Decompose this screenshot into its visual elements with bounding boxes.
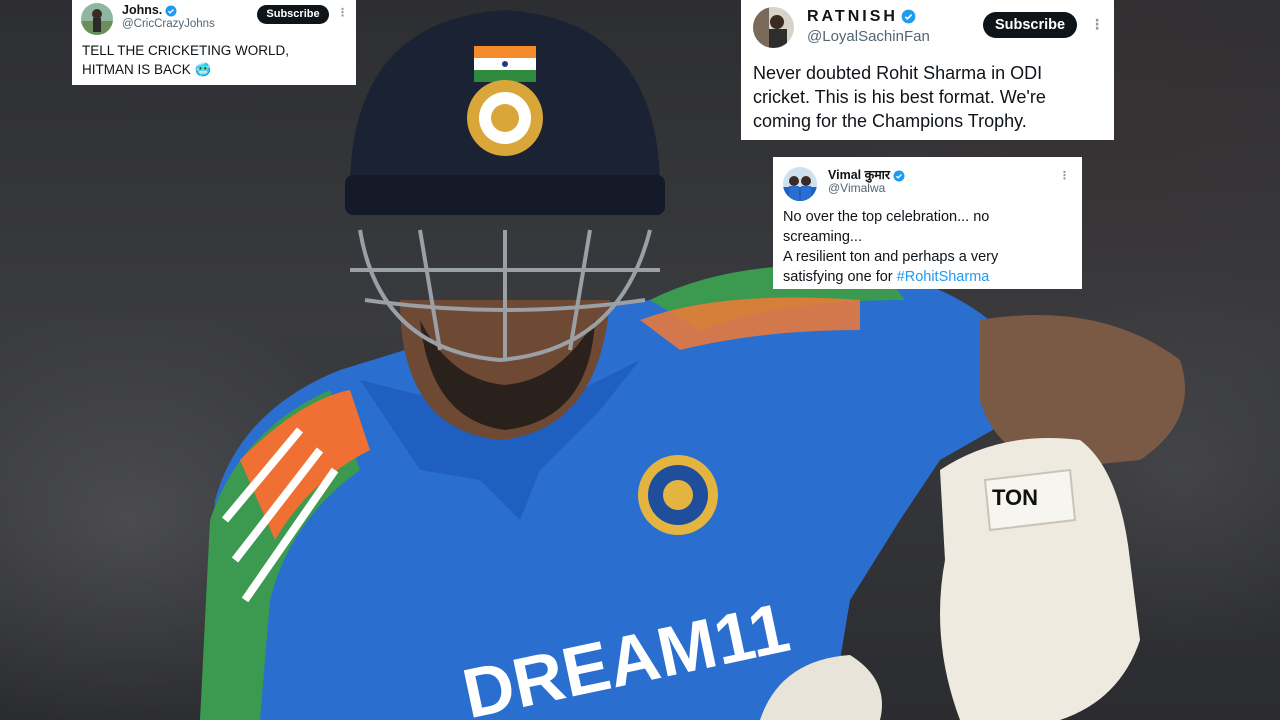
tweet-text-line: screaming... <box>783 229 862 245</box>
more-options-icon[interactable]: ⋮ <box>1059 171 1070 182</box>
more-options-icon[interactable]: ⋮ <box>1090 17 1104 31</box>
avatar[interactable] <box>753 7 794 48</box>
tweet-text-line: cricket. This is his best format. We're <box>753 87 1046 107</box>
tweet-card-vimal[interactable]: Vimal कुमार @Vimalwa ⋮ No over the top c… <box>773 157 1082 289</box>
verified-badge-icon <box>165 5 177 17</box>
tweet-text-line: satisfying one for #RohitSharma <box>783 267 998 287</box>
author-handle[interactable]: @CricCrazyJohns <box>122 18 215 30</box>
author-name[interactable]: RATNISH <box>807 8 916 26</box>
verified-badge-icon <box>901 9 916 24</box>
svg-text:TON: TON <box>992 485 1038 510</box>
avatar[interactable] <box>783 167 817 201</box>
subscribe-button[interactable]: Subscribe <box>257 5 329 24</box>
avatar[interactable] <box>81 3 113 35</box>
subscribe-button[interactable]: Subscribe <box>983 12 1077 38</box>
tweet-text-line: TELL THE CRICKETING WORLD, <box>82 43 290 58</box>
tweet-text-line: A resilient ton and perhaps a very <box>783 249 999 265</box>
author-handle[interactable]: @Vimalwa <box>828 181 885 195</box>
hashtag-link[interactable]: #RohitSharma <box>897 269 990 285</box>
author-name-text[interactable]: Vimal कुमार <box>828 168 890 182</box>
author-name-text[interactable]: Johns. <box>122 3 162 17</box>
tweet-text-line: coming for the Champions Trophy. <box>753 111 1027 131</box>
tweet-text-line: Never doubted Rohit Sharma in ODI <box>753 63 1043 83</box>
tweet-text: TELL THE CRICKETING WORLD, HITMAN IS BAC… <box>82 41 289 79</box>
tweet-text-line: No over the top celebration... no <box>783 209 990 225</box>
verified-badge-icon <box>893 170 905 182</box>
more-options-icon[interactable]: ⋮ <box>337 8 348 19</box>
tweet-text-line: HITMAN IS BACK 🥶 <box>82 62 212 77</box>
tweet-text: No over the top celebration... no scream… <box>783 207 998 287</box>
author-name-text[interactable]: RATNISH <box>807 8 898 25</box>
author-name[interactable]: Johns. <box>122 3 177 17</box>
tweet-text: Never doubted Rohit Sharma in ODI cricke… <box>753 61 1046 133</box>
author-handle[interactable]: @LoyalSachinFan <box>807 28 930 45</box>
tweet-card-johns[interactable]: Johns. @CricCrazyJohns Subscribe ⋮ TELL … <box>72 0 356 85</box>
tweet-text-fragment: satisfying one for <box>783 269 897 285</box>
tweet-card-ratnish[interactable]: RATNISH @LoyalSachinFan Subscribe ⋮ Neve… <box>741 0 1114 140</box>
